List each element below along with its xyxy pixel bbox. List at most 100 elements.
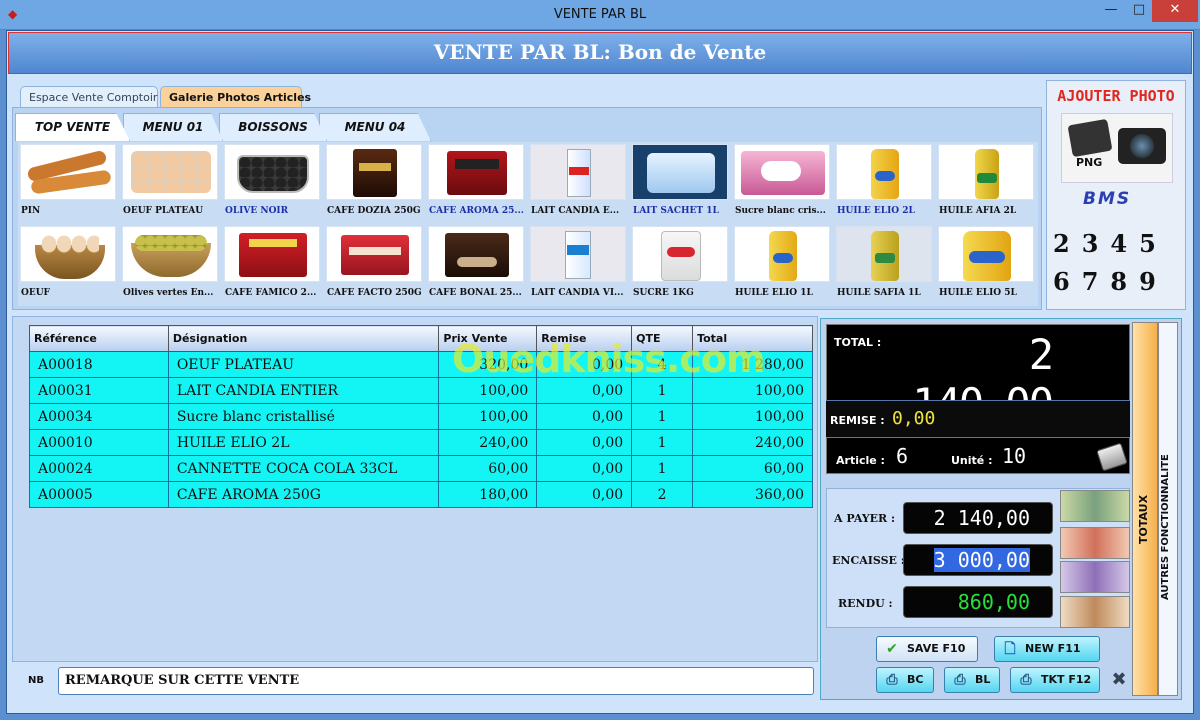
remark-input[interactable]: REMARQUE SUR CETTE VENTE [58,667,814,695]
col-prix-vente[interactable]: Prix Vente [438,325,538,352]
product-tile[interactable]: SUCRE 1KG [630,224,730,304]
cell-qte[interactable]: 2 [631,481,694,508]
cell-remise[interactable]: 0,00 [536,403,633,430]
cell-reference[interactable]: A00005 [29,481,169,508]
sale-lines-table: Référence Désignation Prix Vente Remise … [29,325,813,508]
total-label: TOTAL : [834,336,882,349]
table-row[interactable]: A00024 CANNETTE COCA COLA 33CL 60,00 0,0… [29,455,813,482]
table-row[interactable]: A00005 CAFE AROMA 250G 180,00 0,00 2 360… [29,481,813,508]
cell-designation[interactable]: HUILE ELIO 2L [167,429,440,456]
cell-prix-vente[interactable]: 180,00 [438,481,538,508]
col-qte[interactable]: QTE [631,325,694,352]
product-tile[interactable]: LAIT CANDIA VI... [528,224,628,304]
product-tile[interactable]: CAFE FAMICO 2... [222,224,322,304]
product-tile[interactable]: LAIT SACHET 1L [630,142,730,222]
page-header: VENTE PAR BL: Bon de Vente [8,32,1192,74]
cell-reference[interactable]: A00010 [29,429,169,456]
cell-reference[interactable]: A00031 [29,377,169,404]
cell-remise[interactable]: 0,00 [536,455,633,482]
remise-value: 0,00 [892,408,936,429]
product-tile[interactable]: HUILE ELIO 5L [936,224,1036,304]
cell-total[interactable]: 100,00 [692,377,813,404]
cell-qte[interactable]: 1 [631,403,694,430]
add-photo-panel[interactable]: AJOUTER PHOTO PNG BMS 2345 6789 [1046,80,1186,310]
product-tile[interactable]: CAFE FACTO 250G [324,224,424,304]
cell-reference[interactable]: A00024 [29,455,169,482]
col-designation[interactable]: Désignation [167,325,440,352]
cell-designation[interactable]: LAIT CANDIA ENTIER [167,377,440,404]
banknote-icon[interactable] [1060,596,1130,628]
product-tile[interactable]: Olives vertes En... [120,224,220,304]
col-reference[interactable]: Référence [29,325,169,352]
cell-prix-vente[interactable]: 100,00 [438,377,538,404]
product-label: CAFE AROMA 25... [429,206,524,216]
tab-galerie-photos-articles[interactable]: Galerie Photos Articles [160,86,311,108]
banknote-icon[interactable] [1060,561,1130,593]
table-row[interactable]: A00034 Sucre blanc cristallisé 100,00 0,… [29,403,813,430]
col-total[interactable]: Total [692,325,813,352]
cell-prix-vente[interactable]: 100,00 [438,403,538,430]
banknote-icon[interactable] [1060,527,1130,559]
cell-remise[interactable]: 0,00 [536,429,633,456]
cell-total[interactable]: 240,00 [692,429,813,456]
cell-remise[interactable]: 0,00 [536,481,633,508]
product-tile[interactable]: Sucre blanc cris... [732,142,832,222]
col-remise[interactable]: Remise [536,325,633,352]
encaisse-input[interactable]: 3 000,00 [903,544,1053,576]
cell-prix-vente[interactable]: 320,00 [438,351,538,378]
cell-designation[interactable]: CAFE AROMA 250G [167,481,440,508]
product-tile[interactable]: OLIVE NOIR [222,142,322,222]
product-tile[interactable]: HUILE AFIA 2L [936,142,1036,222]
tab-top-vente[interactable]: TOP VENTE [15,113,130,141]
cell-designation[interactable]: OEUF PLATEAU [167,351,440,378]
bc-button-label: BC [907,673,924,686]
product-tile[interactable]: HUILE ELIO 1L [732,224,832,304]
product-tile[interactable]: HUILE SAFIA 1L [834,224,934,304]
cell-qte[interactable]: 4 [631,351,694,378]
cell-total[interactable]: 360,00 [692,481,813,508]
tab-espace-vente-comptoir[interactable]: Espace Vente Comptoir [20,86,158,108]
product-tile[interactable]: CAFE DOZIA 250G [324,142,424,222]
cell-prix-vente[interactable]: 60,00 [438,455,538,482]
apayer-display: 2 140,00 [903,502,1053,534]
save-button[interactable]: ✔ SAVE F10 [876,636,978,662]
cell-reference[interactable]: A00018 [29,351,169,378]
cell-designation[interactable]: CANNETTE COCA COLA 33CL [167,455,440,482]
tab-boissons[interactable]: BOISSONS [219,113,327,141]
new-button-label: NEW F11 [1025,642,1081,655]
cell-designation[interactable]: Sucre blanc cristallisé [167,403,440,430]
product-label: OEUF PLATEAU [123,206,204,216]
new-button[interactable]: 🗋 NEW F11 [994,636,1100,662]
cell-remise[interactable]: 0,00 [536,377,633,404]
cell-total[interactable]: 60,00 [692,455,813,482]
table-row[interactable]: A00010 HUILE ELIO 2L 240,00 0,00 1 240,0… [29,429,813,456]
product-tile[interactable]: CAFE AROMA 25... [426,142,526,222]
cell-qte[interactable]: 1 [631,377,694,404]
cell-total[interactable]: 1 280,00 [692,351,813,378]
cell-qte[interactable]: 1 [631,429,694,456]
product-tile[interactable]: LAIT CANDIA E... [528,142,628,222]
cell-qte[interactable]: 1 [631,455,694,482]
print-bl-button[interactable]: ⎙ BL [944,667,1000,693]
product-tile[interactable]: OEUF [18,224,118,304]
print-bc-button[interactable]: ⎙ BC [876,667,934,693]
cell-prix-vente[interactable]: 240,00 [438,429,538,456]
tab-menu-01[interactable]: MENU 01 [123,113,223,141]
cell-total[interactable]: 100,00 [692,403,813,430]
tools-icon[interactable]: ✖ [1107,668,1131,692]
table-row[interactable]: A00018 OEUF PLATEAU 320,00 0,00 4 1 280,… [29,351,813,378]
close-button[interactable]: ✕ [1152,0,1198,22]
cell-reference[interactable]: A00034 [29,403,169,430]
product-tile[interactable]: OEUF PLATEAU [120,142,220,222]
banknote-icon[interactable] [1060,490,1130,522]
table-row[interactable]: A00031 LAIT CANDIA ENTIER 100,00 0,00 1 … [29,377,813,404]
cell-remise[interactable]: 0,00 [536,351,633,378]
minimize-button[interactable]: — [1098,0,1124,22]
maximize-button[interactable]: □ [1126,0,1152,22]
product-tile[interactable]: HUILE ELIO 2L [834,142,934,222]
product-tile[interactable]: PIN [18,142,118,222]
tab-menu-04[interactable]: MENU 04 [319,113,431,141]
print-ticket-button[interactable]: ⎙ TKT F12 [1010,667,1100,693]
product-tile[interactable]: CAFE BONAL 25... [426,224,526,304]
product-label: PIN [21,206,41,216]
